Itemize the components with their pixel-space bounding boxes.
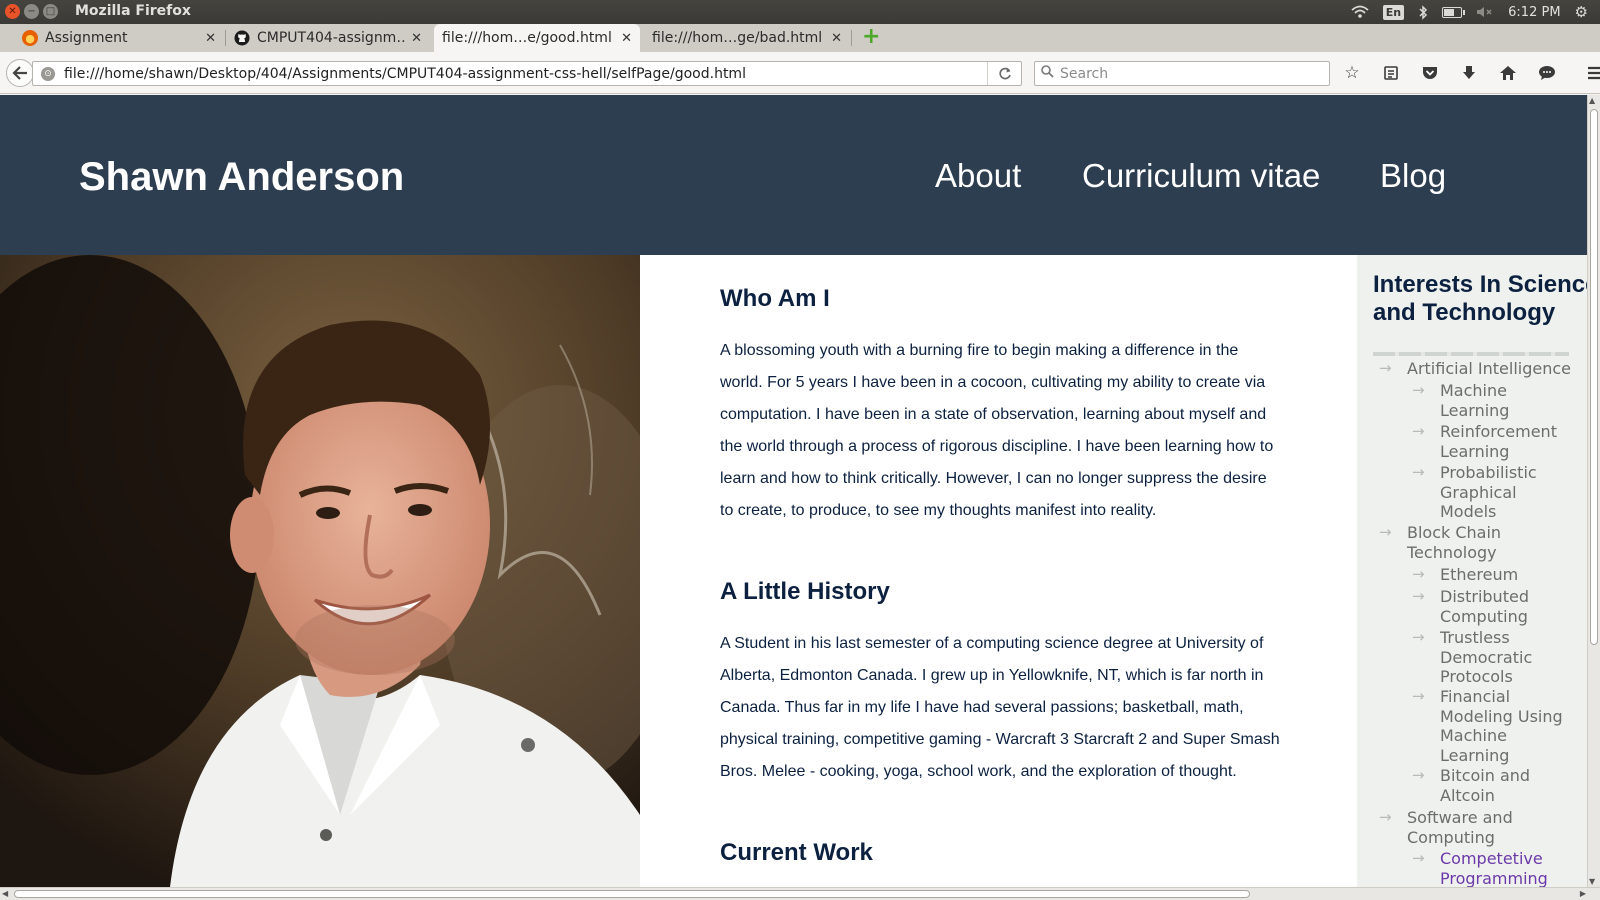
battery-icon[interactable]: [1442, 6, 1466, 18]
github-icon: [234, 30, 250, 46]
close-window-button[interactable]: ✕: [5, 4, 20, 19]
back-button[interactable]: [6, 59, 34, 87]
url-input[interactable]: [64, 65, 987, 82]
clock[interactable]: 6:12 PM: [1508, 5, 1560, 20]
nav-link-curriculum-vitae[interactable]: Curriculum vitae: [1082, 157, 1320, 195]
interest-subitem[interactable]: → Machine Learning: [1412, 381, 1580, 420]
window-controls: ✕ − □: [5, 4, 58, 19]
reload-icon[interactable]: [987, 62, 1021, 85]
sidebar-title: Interests In Science and Technology: [1373, 271, 1587, 326]
section-heading-a-little-history: A Little History: [720, 578, 890, 605]
interest-subitem[interactable]: → Distributed Computing: [1412, 587, 1580, 626]
toolbar-icons: ☆: [1340, 61, 1600, 85]
scroll-left-icon[interactable]: ◀: [2, 889, 8, 898]
arrow-right-icon: →: [1412, 565, 1425, 583]
system-settings-icon[interactable]: ⚙: [1575, 3, 1588, 21]
close-tab-icon[interactable]: ✕: [831, 31, 842, 46]
arrow-right-icon: →: [1412, 849, 1425, 867]
section-body-who-am-i: A blossoming youth with a burning fire t…: [720, 342, 1274, 519]
close-tab-icon[interactable]: ✕: [621, 31, 632, 46]
arrow-right-icon: →: [1412, 381, 1425, 399]
firefox-icon: ●: [22, 30, 38, 46]
arrow-right-icon: →: [1412, 463, 1425, 481]
interest-subitem[interactable]: → Ethereum: [1412, 565, 1580, 585]
sidebar-divider: [1373, 352, 1569, 356]
search-icon: [1041, 65, 1054, 82]
interest-subitem[interactable]: → Financial Modeling Using Machine Learni…: [1412, 687, 1574, 765]
scroll-right-icon[interactable]: ▶: [1580, 889, 1586, 898]
close-tab-icon[interactable]: ✕: [411, 31, 422, 46]
scroll-down-icon[interactable]: ▼: [1589, 877, 1595, 886]
site-identity-icon[interactable]: ⊙: [41, 66, 55, 81]
arrow-right-icon: →: [1379, 808, 1392, 826]
site-header: Shawn Anderson About Curriculum vitae Bl…: [0, 95, 1587, 255]
bookmark-star-icon[interactable]: ☆: [1340, 61, 1364, 85]
wifi-icon[interactable]: [1351, 5, 1369, 19]
tab-github-repo[interactable]: CMPUT404-assignm… ✕: [226, 24, 430, 52]
arrow-right-icon: →: [1379, 523, 1392, 541]
arrow-right-icon: →: [1412, 628, 1425, 646]
tab-assignment[interactable]: ● Assignment ✕: [14, 24, 224, 52]
site-name[interactable]: Shawn Anderson: [79, 155, 404, 200]
page-viewport: Shawn Anderson About Curriculum vitae Bl…: [0, 95, 1587, 887]
horizontal-scrollbar[interactable]: ◀ ▶: [0, 887, 1600, 900]
search-bar[interactable]: [1034, 61, 1330, 86]
new-tab-button[interactable]: +: [862, 26, 880, 48]
arrow-right-icon: →: [1412, 587, 1425, 605]
interest-item[interactable]: → Block Chain Technology: [1379, 523, 1547, 562]
interest-subitem[interactable]: → Reinforcement Learning: [1412, 422, 1580, 461]
tab-good-html[interactable]: file:///hom…e/good.html ✕: [434, 24, 640, 52]
volume-muted-icon[interactable]: [1476, 5, 1494, 19]
os-title-bar: ✕ − □ Mozilla Firefox En 6:12 PM ⚙: [0, 0, 1600, 24]
horizontal-scroll-thumb[interactable]: [14, 890, 1250, 898]
search-input[interactable]: [1060, 65, 1329, 82]
chat-icon[interactable]: [1535, 61, 1559, 85]
interests-sidebar: Interests In Science and Technology → Art…: [1357, 255, 1587, 887]
arrow-right-icon: →: [1379, 359, 1392, 377]
bluetooth-icon[interactable]: [1418, 4, 1428, 20]
interest-item[interactable]: → Artificial Intelligence: [1379, 359, 1583, 379]
interest-item[interactable]: → Software and Computing: [1379, 808, 1547, 847]
close-tab-icon[interactable]: ✕: [205, 31, 216, 46]
reading-list-icon[interactable]: [1379, 61, 1403, 85]
maximize-window-button[interactable]: □: [43, 4, 58, 19]
section-body-a-little-history: A Student in his last semester of a comp…: [720, 635, 1280, 780]
section-heading-who-am-i: Who Am I: [720, 285, 830, 312]
interest-subitem[interactable]: → Trustless Democratic Protocols: [1412, 628, 1560, 687]
tab-strip: ● Assignment ✕ CMPUT404-assignm… ✕ file:…: [0, 24, 1600, 52]
navigation-toolbar: ⊙ ☆: [0, 52, 1600, 94]
arrow-right-icon: →: [1412, 422, 1425, 440]
nav-link-blog[interactable]: Blog: [1380, 157, 1446, 195]
download-icon[interactable]: [1457, 61, 1481, 85]
interest-subitem[interactable]: → Bitcoin and Altcoin: [1412, 766, 1560, 805]
section-heading-current-work: Current Work: [720, 839, 873, 866]
arrow-right-icon: →: [1412, 766, 1425, 784]
pocket-icon[interactable]: [1418, 61, 1442, 85]
minimize-window-button[interactable]: −: [24, 4, 39, 19]
tab-bad-html[interactable]: file:///hom…ge/bad.html ✕: [644, 24, 850, 52]
interest-subitem-link[interactable]: → Competetive Programming: [1412, 849, 1564, 887]
back-arrow-icon: [12, 66, 27, 80]
profile-photo: [0, 255, 640, 887]
home-icon[interactable]: [1496, 61, 1520, 85]
system-tray: En 6:12 PM ⚙: [1351, 0, 1600, 24]
hamburger-menu-icon[interactable]: [1584, 61, 1600, 85]
url-bar[interactable]: ⊙: [32, 61, 1022, 86]
nav-link-about[interactable]: About: [935, 157, 1021, 195]
vertical-scrollbar[interactable]: ▲ ▼: [1587, 95, 1600, 887]
scroll-up-icon[interactable]: ▲: [1589, 96, 1595, 105]
interest-subitem[interactable]: → Probabilistic Graphical Models: [1412, 463, 1560, 522]
window-title: Mozilla Firefox: [75, 3, 191, 19]
keyboard-language-indicator[interactable]: En: [1382, 4, 1405, 20]
arrow-right-icon: →: [1412, 687, 1425, 705]
vertical-scroll-thumb[interactable]: [1590, 109, 1598, 645]
tab-separator: [851, 30, 852, 46]
